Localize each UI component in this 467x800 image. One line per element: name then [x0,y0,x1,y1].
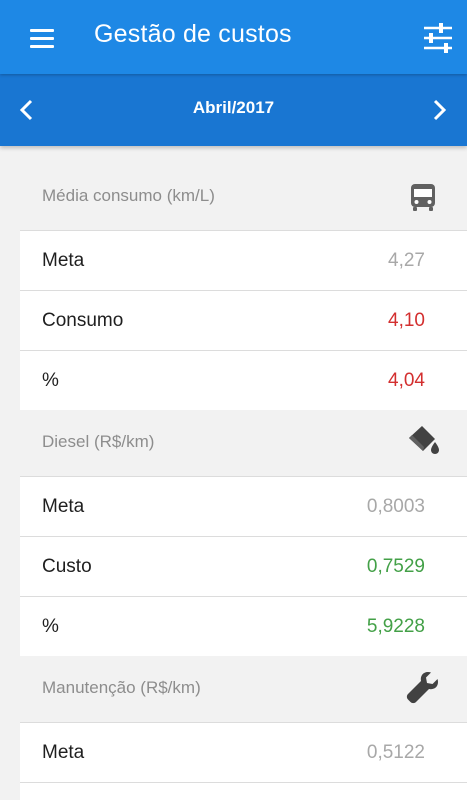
list-item: Meta 0,5122 [20,722,467,782]
list-item: Custo 0,7529 [20,536,467,596]
menu-button[interactable] [22,24,62,52]
list-item: Consumo 4,10 [20,290,467,350]
next-month-button[interactable] [421,92,457,128]
bus-icon [404,178,442,216]
row-value: 4,04 [388,370,425,391]
row-label: Custo [42,556,92,577]
list-item: Meta 0,8003 [20,476,467,536]
filter-settings-button[interactable] [418,20,458,56]
row-value: 4,27 [388,250,425,271]
section-title: Média consumo (km/L) [42,186,215,205]
section-header-consumo: Média consumo (km/L) [0,146,467,230]
menu-icon-line [30,37,54,40]
row-label: Meta [42,250,85,271]
app-bar: Gestão de custos [0,0,467,74]
cost-content: Média consumo (km/L) Meta 4,27 Consumo 4… [0,146,467,800]
row-label: Meta [42,496,85,517]
wrench-icon [404,668,442,706]
fuel-can-icon [404,422,442,460]
row-value: 0,5122 [366,742,425,763]
chevron-right-icon [433,99,447,121]
app-title: Gestão de custos [94,20,292,48]
card-manutencao: Meta 0,5122 [20,722,467,800]
card-consumo: Meta 4,27 Consumo 4,10 % 4,04 [20,230,467,410]
menu-icon [30,29,54,32]
row-label: Consumo [42,310,124,331]
section-title: Diesel (R$/km) [42,432,155,451]
row-label: % [42,370,59,391]
row-label: Meta [42,742,85,763]
section-title: Manutenção (R$/km) [42,678,201,697]
row-value: 4,10 [388,310,425,331]
sliders-icon [424,23,452,53]
row-value: 0,8003 [366,496,425,517]
section-header-diesel: Diesel (R$/km) [0,392,467,476]
row-label: % [42,616,59,637]
month-selector: Abril/2017 [0,74,467,146]
section-header-manutencao: Manutenção (R$/km) [0,638,467,722]
row-value: 0,7529 [366,556,425,577]
list-item-partial [20,782,467,800]
current-month-label: Abril/2017 [192,98,275,117]
card-diesel: Meta 0,8003 Custo 0,7529 % 5,9228 [20,476,467,656]
list-item: Meta 4,27 [20,230,467,290]
menu-icon-line [30,45,54,48]
row-value: 5,9228 [366,616,425,637]
